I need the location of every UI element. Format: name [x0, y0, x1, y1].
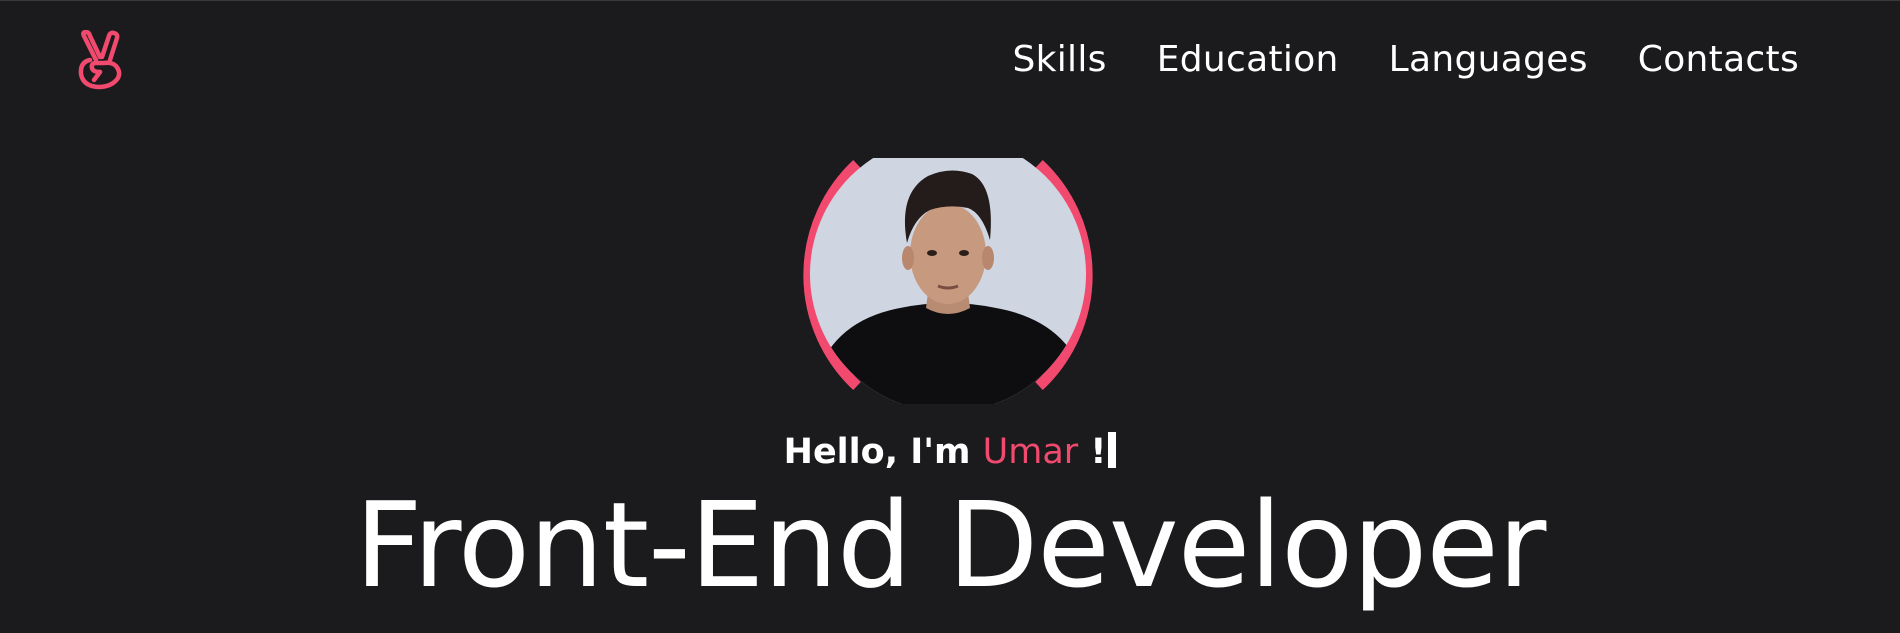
peace-hand-icon[interactable]	[76, 30, 126, 90]
profile-avatar	[790, 158, 1105, 404]
nav-education[interactable]: Education	[1157, 36, 1339, 84]
greeting-prefix: Hello, I'm	[783, 432, 971, 472]
top-border	[0, 0, 1900, 1]
main-nav: Skills Education Languages Contacts	[1012, 36, 1799, 84]
nav-skills[interactable]: Skills	[1012, 36, 1106, 84]
greeting-suffix: !	[1090, 432, 1107, 472]
greeting-name: Umar	[982, 432, 1079, 472]
hero-title: Front-End Developer	[354, 476, 1547, 614]
nav-languages[interactable]: Languages	[1389, 36, 1588, 84]
typing-cursor	[1108, 432, 1117, 468]
hero-greeting: Hello, I'm Umar !	[0, 428, 1900, 476]
nav-contacts[interactable]: Contacts	[1638, 36, 1799, 84]
